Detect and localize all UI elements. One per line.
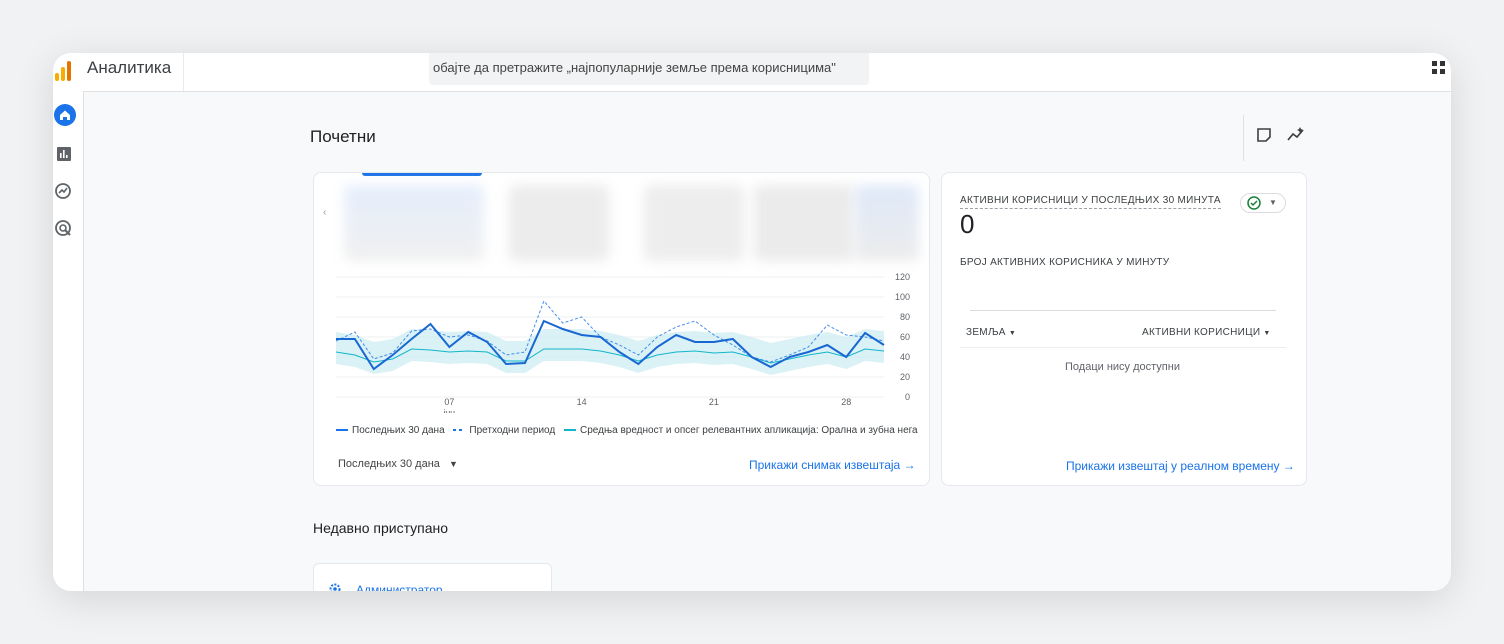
y-tick-label: 100	[895, 292, 910, 302]
realtime-card: АКТИВНИ КОРИСНИЦИ У ПОСЛЕДЊИХ 30 МИНУТА …	[941, 172, 1307, 486]
recent-section-title: Недавно приступано	[313, 520, 449, 536]
notes-icon[interactable]	[1256, 127, 1272, 148]
gear-icon	[329, 583, 341, 591]
top-bar: Аналитика обајте да претражите „најпопул…	[53, 53, 1451, 92]
legend-item: Средња вредност и опсег релевантних апли…	[564, 425, 918, 436]
line-chart: 0 20 40 60 80 100 120 07јун 14 21 28	[335, 272, 910, 413]
x-tick-label: 14	[577, 397, 587, 407]
app-window: Аналитика обајте да претражите „најпопул…	[53, 53, 1451, 591]
overview-chart-card: ‹ 0 20 40 60 80 100 120 07 јун 14 21 28 Последњих 3…	[313, 172, 930, 486]
x-tick-label: 28	[841, 397, 851, 407]
advertising-icon[interactable]	[54, 219, 76, 241]
view-realtime-link[interactable]: Прикажи извештај у реалном времену →	[1066, 459, 1295, 473]
x-tick-label: 07	[444, 397, 454, 407]
realtime-title: АКТИВНИ КОРИСНИЦИ У ПОСЛЕДЊИХ 30 МИНУТА	[960, 195, 1221, 209]
active-users-column-header[interactable]: АКТИВНИ КОРИСНИЦИ ▼	[1142, 327, 1271, 338]
nav-rail	[53, 91, 84, 591]
check-circle-icon	[1247, 196, 1261, 210]
page-title: Почетни	[310, 127, 376, 146]
country-column-header[interactable]: ЗЕМЉА ▼	[966, 327, 1016, 338]
divider	[1243, 115, 1244, 161]
divider	[960, 347, 1286, 348]
y-tick-label: 20	[900, 372, 910, 382]
benchmark-range-band	[336, 329, 884, 375]
x-tick-sublabel: јун	[443, 408, 455, 413]
search-placeholder: обајте да претражите „најпопуларније зем…	[433, 60, 836, 75]
y-tick-label: 0	[905, 392, 910, 402]
x-tick-label: 21	[709, 397, 719, 407]
arrow-right-icon: →	[903, 458, 916, 472]
recent-item-card[interactable]: Администратор	[313, 563, 552, 591]
app-title: Аналитика	[87, 58, 172, 77]
arrow-right-icon: →	[1282, 459, 1295, 473]
dropdown-arrow-icon: ▼	[1263, 330, 1271, 337]
apps-grid-icon[interactable]	[1432, 61, 1446, 75]
divider	[183, 53, 184, 91]
y-tick-label: 80	[900, 312, 910, 322]
empty-sparkline	[970, 310, 1276, 311]
legend-item: Претходни период	[453, 425, 555, 436]
view-snapshot-link[interactable]: Прикажи снимак извештаја →	[749, 458, 916, 472]
status-dropdown[interactable]: ▼	[1240, 193, 1286, 213]
legend-item: Последњих 30 дана	[336, 425, 445, 436]
dropdown-arrow-icon: ▼	[448, 459, 458, 469]
no-data-message: Подаци нису доступни	[1065, 361, 1180, 373]
reports-icon[interactable]	[55, 145, 77, 167]
dropdown-arrow-icon: ▼	[1008, 330, 1017, 337]
dropdown-arrow-icon: ▼	[1269, 198, 1277, 207]
search-input[interactable]: обајте да претражите „најпопуларније зем…	[429, 53, 869, 85]
insights-icon[interactable]	[1286, 126, 1306, 147]
date-range-select[interactable]: Последњих 30 дана ▼	[338, 458, 458, 470]
y-tick-label: 120	[895, 272, 910, 282]
y-tick-label: 40	[900, 352, 910, 362]
home-icon[interactable]	[54, 104, 76, 126]
analytics-logo-icon[interactable]	[55, 59, 73, 81]
chart-legend: Последњих 30 дана Претходни период Средњ…	[336, 425, 924, 436]
explore-icon[interactable]	[54, 182, 76, 204]
recent-item-label: Администратор	[356, 583, 443, 591]
y-tick-label: 60	[900, 332, 910, 342]
active-users-count: 0	[960, 209, 975, 239]
per-minute-label: БРОЈ АКТИВНИХ КОРИСНИКА У МИНУТУ	[960, 257, 1170, 268]
